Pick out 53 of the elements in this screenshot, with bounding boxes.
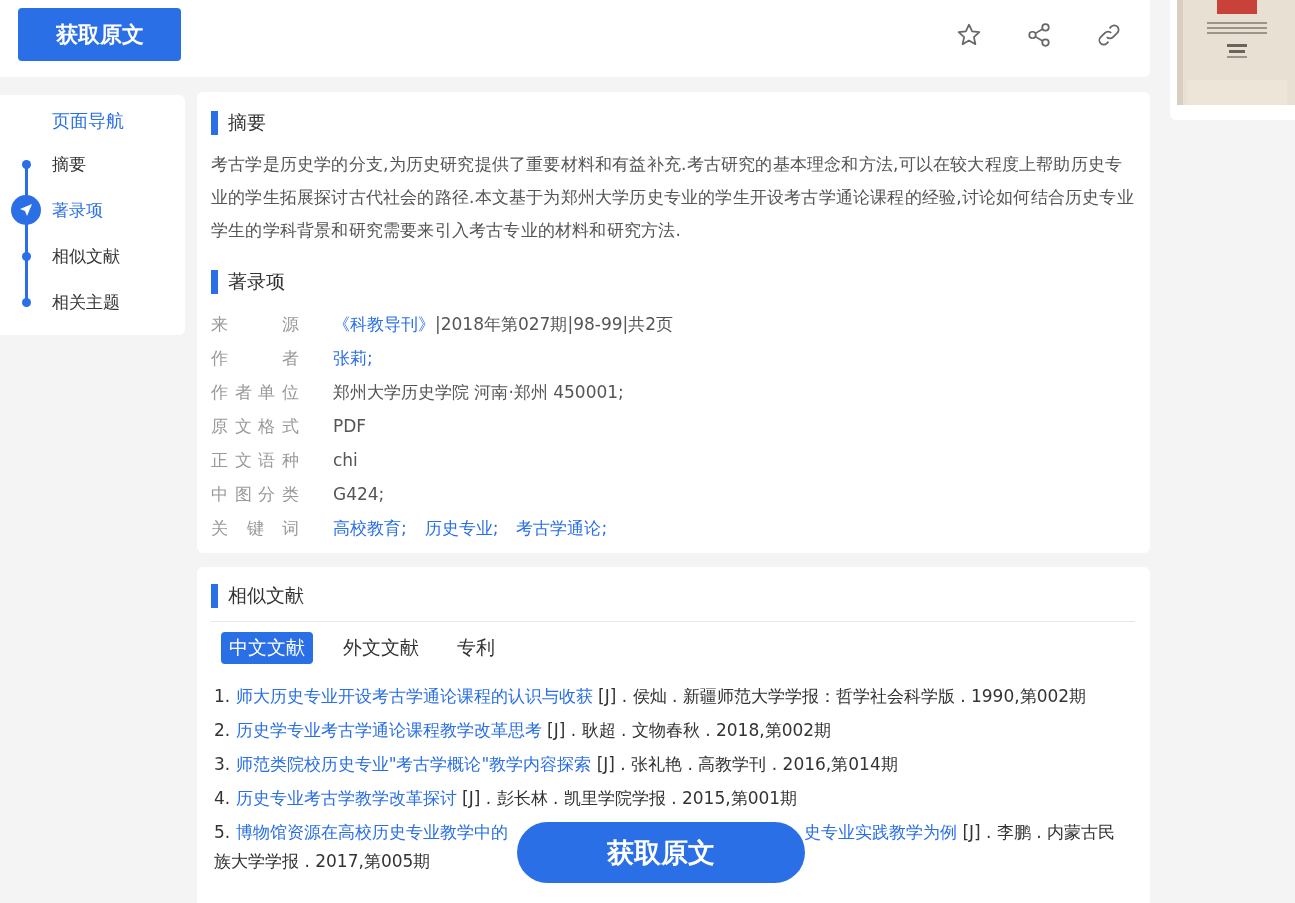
reference-info: [J] . 李鹏 . 内蒙古民 (962, 821, 1116, 844)
list-number: 4. (214, 788, 231, 808)
field-link[interactable]: 高校教育; (333, 516, 407, 540)
list-number: 2. (214, 720, 231, 740)
nav-item[interactable]: 相似文献 (52, 244, 120, 268)
list-number: 3. (214, 754, 231, 774)
field-link[interactable]: 历史专业; (424, 516, 499, 540)
star-icon[interactable] (956, 21, 982, 48)
heading-marker (211, 584, 218, 608)
nav-title: 页面导航 (50, 109, 125, 133)
field-label: 中图分类 (211, 482, 299, 506)
reference-link[interactable]: 历史学专业考古学通论课程教学改革思考 (235, 720, 542, 740)
field-label: 作者单位 (211, 380, 299, 404)
get-fulltext-button[interactable]: 获取原文 (517, 822, 805, 883)
reference-info: [J] . 侯灿 . 新疆师范大学学报：哲学社会科学版 . 1990,第002期 (598, 686, 1087, 706)
field-value: |2018年第027期|98-99|共2页 (435, 312, 674, 336)
reference-link[interactable]: 师范类院校历史专业"考古学概论"教学内容探索 (235, 754, 592, 774)
reference-link[interactable]: 师大历史专业开设考古学通论课程的认识与收获 (235, 686, 593, 706)
tab[interactable]: 专利 (449, 632, 503, 664)
field-link[interactable]: 考古学通论; (516, 516, 608, 540)
field-value: chi (333, 450, 358, 470)
reference-info: [J] . 彭长林 . 凯里学院学报 . 2015,第001期 (462, 788, 798, 808)
nav-item[interactable]: 著录项 (52, 198, 103, 222)
reference-link[interactable]: 历史专业考古学教学改革探讨 (235, 788, 457, 808)
section-heading: 相似文献 (228, 583, 304, 608)
field-value: PDF (333, 416, 367, 436)
field-label: 作者 (211, 346, 299, 370)
reference-info: 族大学学报 . 2017,第005期 (214, 851, 431, 871)
field-label: 正文语种 (211, 448, 299, 472)
get-fulltext-button[interactable]: 获取原文 (18, 8, 181, 61)
field-label: 来源 (211, 312, 299, 336)
field-label: 原文格式 (211, 414, 299, 438)
reference-link[interactable]: 史专业实践教学为例 (804, 818, 957, 847)
nav-item[interactable]: 摘要 (52, 152, 86, 176)
field-value: G424; (333, 484, 385, 504)
field-label: 关键词 (211, 516, 299, 540)
share-icon[interactable] (1026, 21, 1052, 48)
section-heading: 摘要 (228, 110, 266, 135)
list-number: 1. (214, 686, 231, 706)
tab[interactable]: 外文文献 (335, 632, 427, 664)
heading-marker (211, 111, 218, 135)
heading-marker (211, 270, 218, 294)
field-link[interactable]: 张莉; (333, 346, 373, 370)
nav-item[interactable]: 相关主题 (52, 290, 120, 314)
reference-info: [J] . 张礼艳 . 高教学刊 . 2016,第014期 (596, 754, 898, 774)
tab[interactable]: 中文文献 (221, 632, 313, 664)
section-heading: 著录项 (228, 269, 285, 294)
list-number: 5. (214, 822, 231, 842)
reference-link[interactable]: 博物馆资源在高校历史专业教学中的 (235, 822, 508, 842)
abstract-text: 考古学是历史学的分支,为历史研究提供了重要材料和有益补充.考古研究的基本理念和方法,可以在较大程度上帮助历史专业的学生拓展探讨古代社会的路径.本文基于为郑州大学历史专业的学生开设考古学通论课程的经验,讨论如何结合历史专业学生的学科背景和研究需要来引入考古专业的材料和研究方法. (211, 153, 1135, 242)
reference-info: [J] . 耿超 . 文物春秋 . 2018,第002期 (547, 720, 832, 740)
field-value: 郑州大学历史学院 河南·郑州 450001; (333, 380, 624, 404)
field-link[interactable]: 《科教导刊》 (333, 312, 435, 336)
